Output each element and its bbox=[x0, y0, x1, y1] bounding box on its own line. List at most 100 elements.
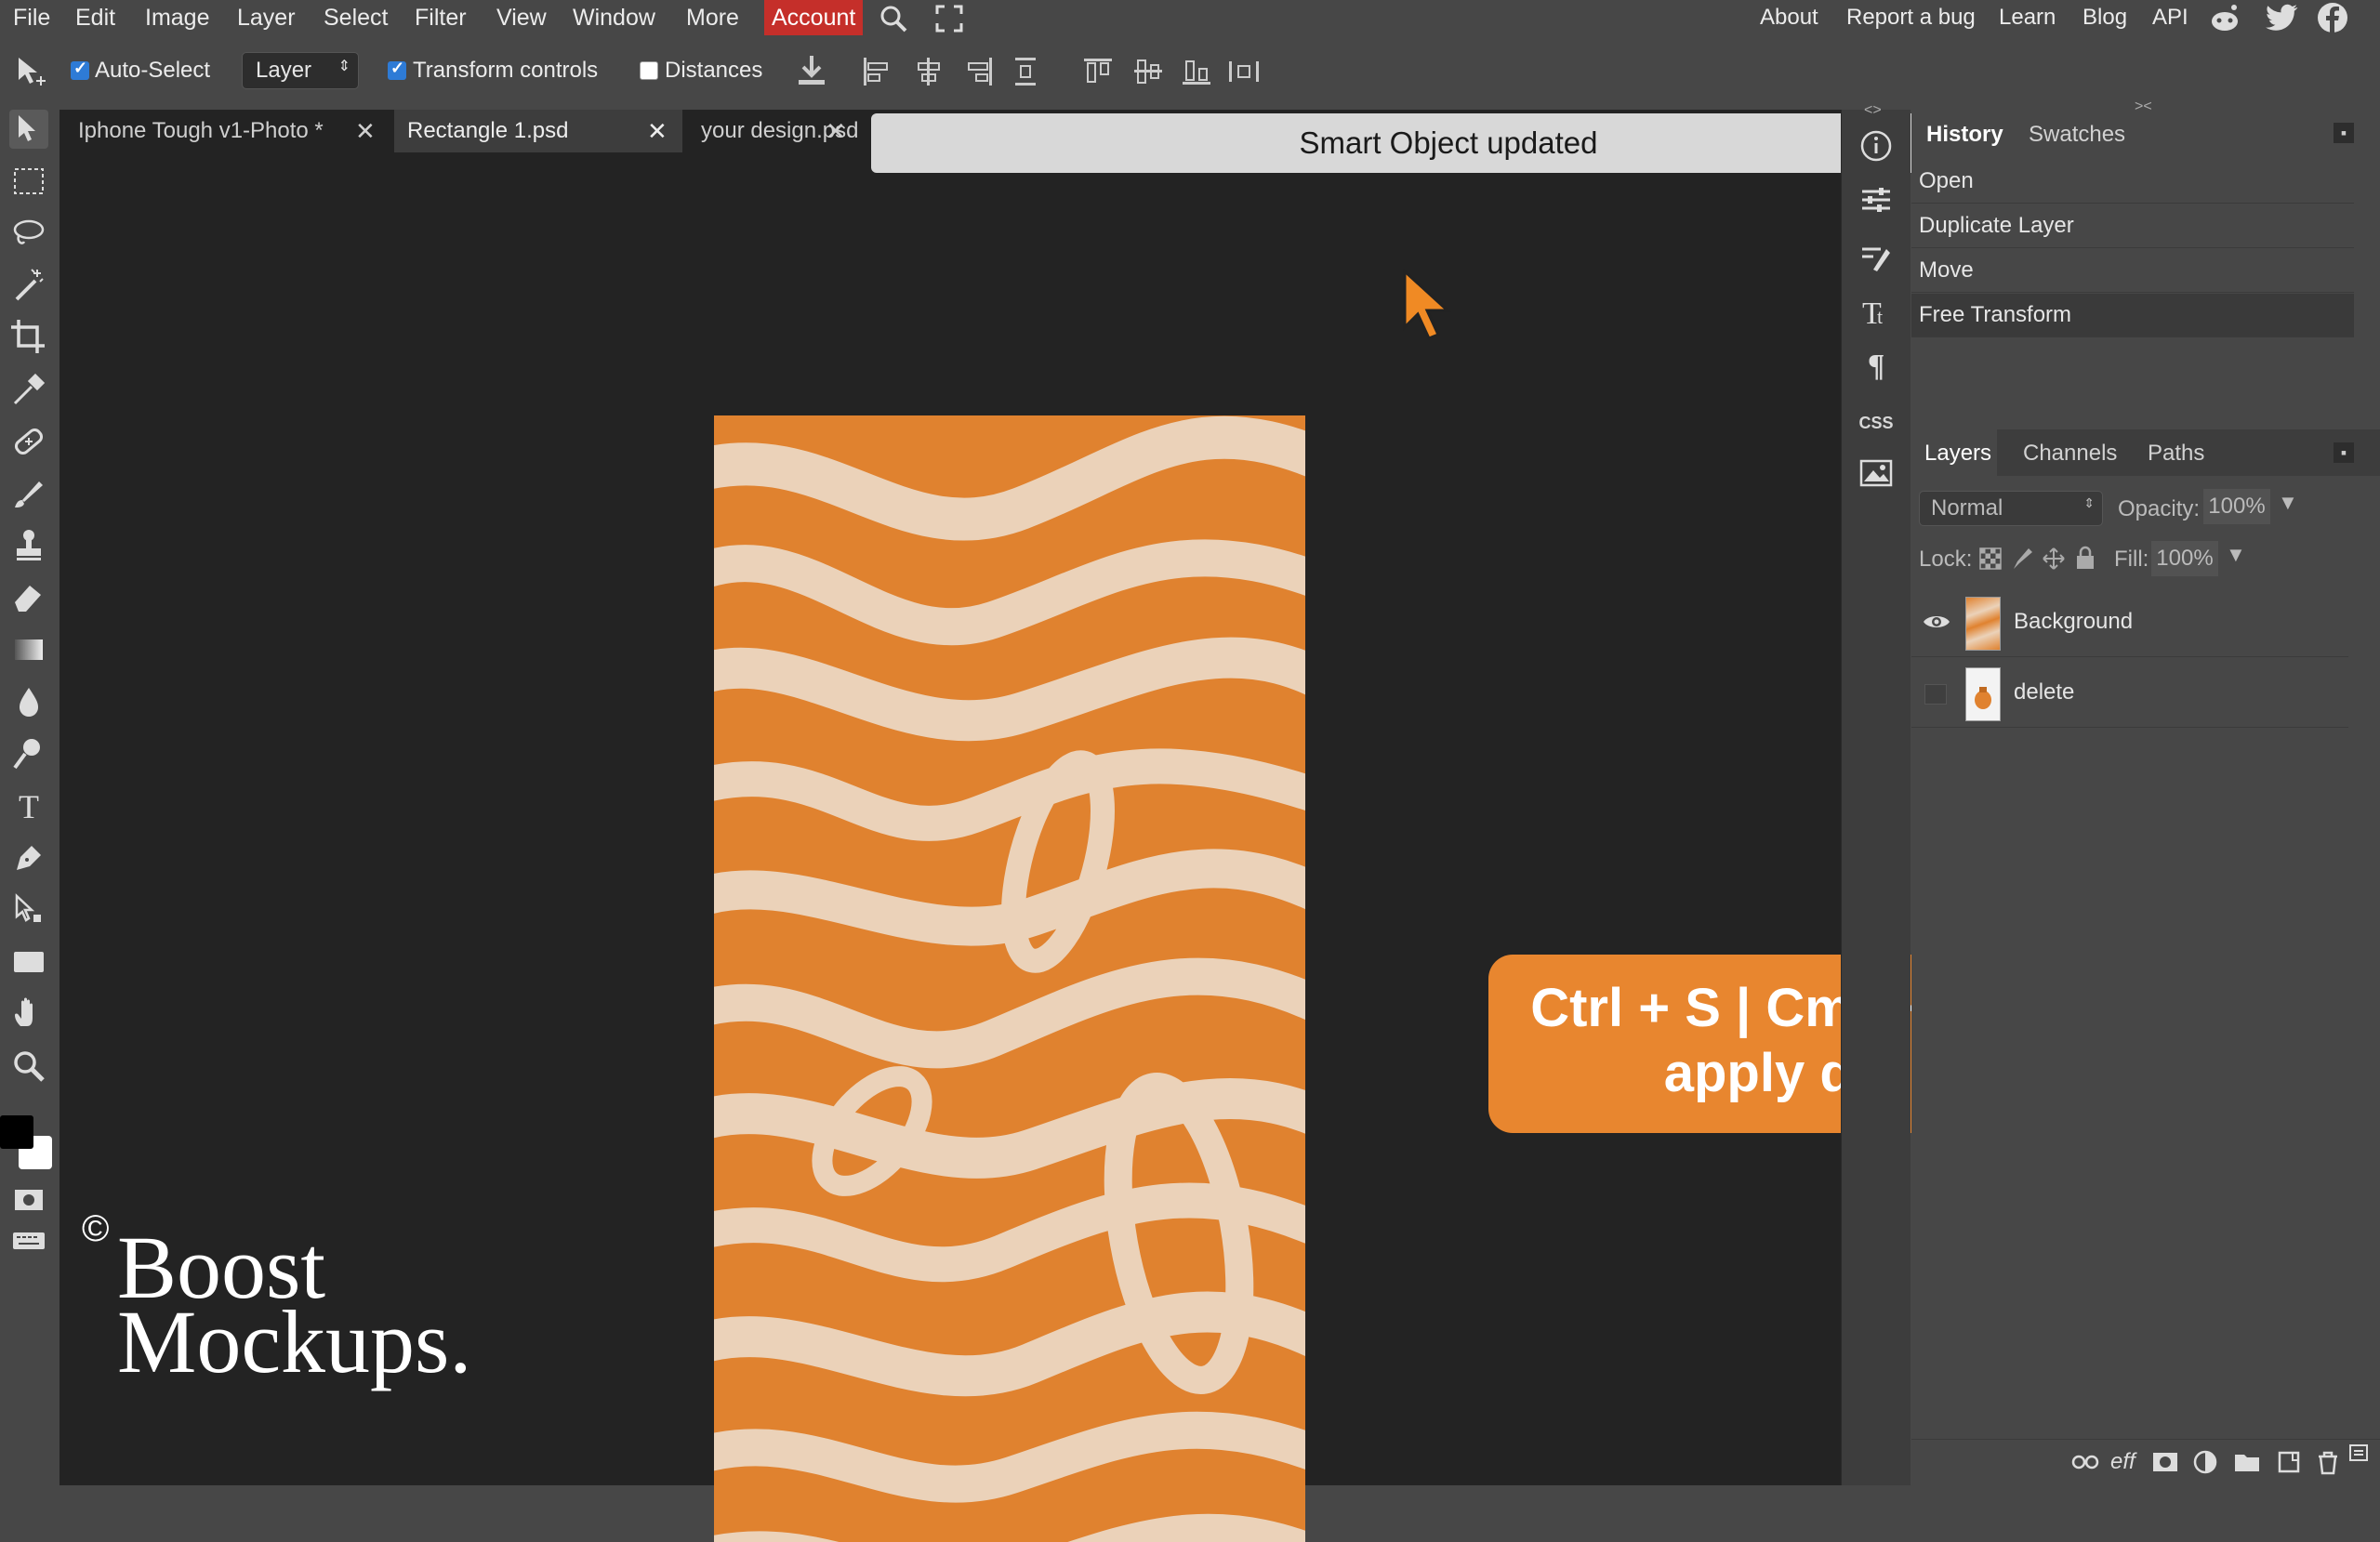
menu-filter[interactable]: Filter bbox=[415, 0, 467, 35]
brush-tool-icon[interactable] bbox=[9, 474, 48, 513]
close-icon[interactable]: ✕ bbox=[647, 110, 668, 152]
panel-menu-icon[interactable]: ▪ bbox=[2334, 123, 2354, 143]
download-icon[interactable] bbox=[796, 54, 827, 87]
blur-tool-icon[interactable] bbox=[9, 682, 48, 721]
quick-mask-icon[interactable] bbox=[9, 1180, 48, 1219]
effects-icon[interactable]: eff bbox=[2110, 1449, 2135, 1475]
lock-position-icon[interactable] bbox=[2042, 547, 2066, 571]
fill-input[interactable]: 100% bbox=[2151, 541, 2218, 576]
fill-dropdown-icon[interactable]: ▼ bbox=[2226, 543, 2246, 567]
eraser-tool-icon[interactable] bbox=[9, 578, 48, 617]
tab-swatches[interactable]: Swatches bbox=[2029, 122, 2125, 148]
css-icon[interactable]: CSS bbox=[1857, 403, 1896, 442]
new-group-icon[interactable] bbox=[2233, 1449, 2261, 1475]
clone-stamp-tool-icon[interactable] bbox=[9, 526, 48, 565]
paragraph-icon[interactable]: ¶ bbox=[1857, 344, 1896, 383]
reddit-icon[interactable] bbox=[2208, 3, 2241, 33]
tab-rectangle-1[interactable]: Rectangle 1.psd ✕ bbox=[394, 110, 682, 152]
menu-account[interactable]: Account bbox=[764, 0, 864, 35]
menu-more[interactable]: More bbox=[686, 0, 739, 35]
facebook-icon[interactable] bbox=[2317, 2, 2348, 33]
visibility-toggle[interactable] bbox=[1924, 684, 1947, 705]
new-layer-icon[interactable] bbox=[2276, 1449, 2302, 1477]
blend-mode-select[interactable]: Normal ⇕ bbox=[1919, 491, 2103, 526]
eye-icon[interactable] bbox=[1923, 612, 1950, 632]
collapse-arrows-icon[interactable]: <> bbox=[1864, 102, 1882, 119]
color-swatches[interactable] bbox=[0, 1115, 56, 1171]
history-item[interactable]: Open bbox=[1911, 160, 2354, 204]
move-tool-icon[interactable] bbox=[9, 110, 48, 149]
type-tool-icon[interactable]: T bbox=[9, 786, 48, 825]
history-item-selected[interactable]: Free Transform bbox=[1911, 294, 2354, 337]
info-icon[interactable] bbox=[1857, 126, 1896, 165]
tab-paths[interactable]: Paths bbox=[2148, 441, 2204, 467]
link-layers-icon[interactable] bbox=[2071, 1453, 2099, 1471]
link-learn[interactable]: Learn bbox=[1999, 0, 2056, 35]
twitter-icon[interactable] bbox=[2266, 4, 2299, 32]
lock-transparency-icon[interactable] bbox=[1978, 547, 2003, 571]
tab-history[interactable]: History bbox=[1926, 122, 2003, 148]
align-center-h-icon[interactable] bbox=[913, 56, 945, 87]
zoom-tool-icon[interactable] bbox=[9, 1047, 48, 1086]
panel-menu-icon[interactable]: ▪ bbox=[2334, 442, 2354, 463]
menu-select[interactable]: Select bbox=[324, 0, 388, 35]
canvas-area[interactable] bbox=[60, 156, 1841, 1542]
adjustments-icon[interactable] bbox=[1857, 180, 1896, 219]
transform-controls-checkbox[interactable] bbox=[388, 59, 406, 80]
crop-tool-icon[interactable] bbox=[9, 318, 48, 357]
gradient-tool-icon[interactable] bbox=[9, 630, 48, 669]
layer-row-delete[interactable]: delete bbox=[1911, 658, 2348, 728]
lock-pixels-icon[interactable] bbox=[2010, 547, 2034, 571]
delete-layer-icon[interactable] bbox=[2315, 1449, 2341, 1477]
hand-tool-icon[interactable] bbox=[9, 995, 48, 1034]
document-canvas[interactable] bbox=[714, 415, 1305, 1542]
character-icon[interactable]: Tt bbox=[1857, 292, 1896, 331]
menu-file[interactable]: File bbox=[13, 0, 50, 35]
distribute-v-icon[interactable] bbox=[1012, 56, 1039, 87]
auto-select-checkbox[interactable] bbox=[71, 59, 89, 80]
opacity-dropdown-icon[interactable]: ▼ bbox=[2278, 491, 2298, 515]
link-report-bug[interactable]: Report a bug bbox=[1846, 0, 1976, 35]
tab-layers[interactable]: Layers bbox=[1924, 441, 1991, 467]
add-mask-icon[interactable] bbox=[2151, 1449, 2179, 1475]
dodge-tool-icon[interactable] bbox=[9, 734, 48, 773]
marquee-tool-icon[interactable] bbox=[9, 162, 48, 201]
align-right-icon[interactable] bbox=[963, 56, 995, 87]
layer-select[interactable]: Layer ⇕ bbox=[242, 52, 359, 89]
align-bottom-icon[interactable] bbox=[1181, 56, 1212, 87]
align-left-icon[interactable] bbox=[861, 56, 892, 87]
magic-wand-tool-icon[interactable] bbox=[9, 266, 48, 305]
opacity-input[interactable]: 100% bbox=[2203, 489, 2270, 524]
link-api[interactable]: API bbox=[2152, 0, 2188, 35]
distribute-h-icon[interactable] bbox=[1227, 56, 1261, 87]
link-about[interactable]: About bbox=[1760, 0, 1818, 35]
history-item[interactable]: Move bbox=[1911, 249, 2354, 293]
layer-name[interactable]: delete bbox=[2014, 658, 2074, 727]
adjustment-layer-icon[interactable] bbox=[2192, 1449, 2218, 1475]
tab-channels[interactable]: Channels bbox=[2023, 441, 2117, 467]
link-blog[interactable]: Blog bbox=[2082, 0, 2127, 35]
menu-view[interactable]: View bbox=[496, 0, 547, 35]
keyboard-icon[interactable] bbox=[9, 1221, 48, 1260]
brush-settings-icon[interactable] bbox=[1857, 240, 1896, 279]
menu-layer[interactable]: Layer bbox=[237, 0, 296, 35]
lasso-tool-icon[interactable] bbox=[9, 214, 48, 253]
history-item[interactable]: Duplicate Layer bbox=[1911, 204, 2354, 248]
shape-tool-icon[interactable] bbox=[9, 942, 48, 982]
search-icon[interactable] bbox=[879, 4, 908, 33]
layer-name[interactable]: Background bbox=[2014, 587, 2133, 656]
lock-all-icon[interactable] bbox=[2073, 545, 2097, 571]
healing-brush-tool-icon[interactable] bbox=[9, 422, 48, 461]
close-icon[interactable]: ✕ bbox=[355, 110, 376, 152]
distances-checkbox[interactable] bbox=[640, 61, 658, 80]
pen-tool-icon[interactable] bbox=[9, 838, 48, 877]
panel-options-icon[interactable] bbox=[2348, 1443, 2371, 1466]
align-middle-v-icon[interactable] bbox=[1132, 56, 1164, 87]
image-icon[interactable] bbox=[1857, 454, 1896, 493]
align-top-icon[interactable] bbox=[1082, 56, 1114, 87]
menu-image[interactable]: Image bbox=[145, 0, 209, 35]
path-select-tool-icon[interactable] bbox=[9, 890, 48, 929]
layer-row-background[interactable]: Background bbox=[1911, 587, 2348, 657]
foreground-color-swatch[interactable] bbox=[0, 1115, 33, 1149]
eyedropper-tool-icon[interactable] bbox=[9, 370, 48, 409]
